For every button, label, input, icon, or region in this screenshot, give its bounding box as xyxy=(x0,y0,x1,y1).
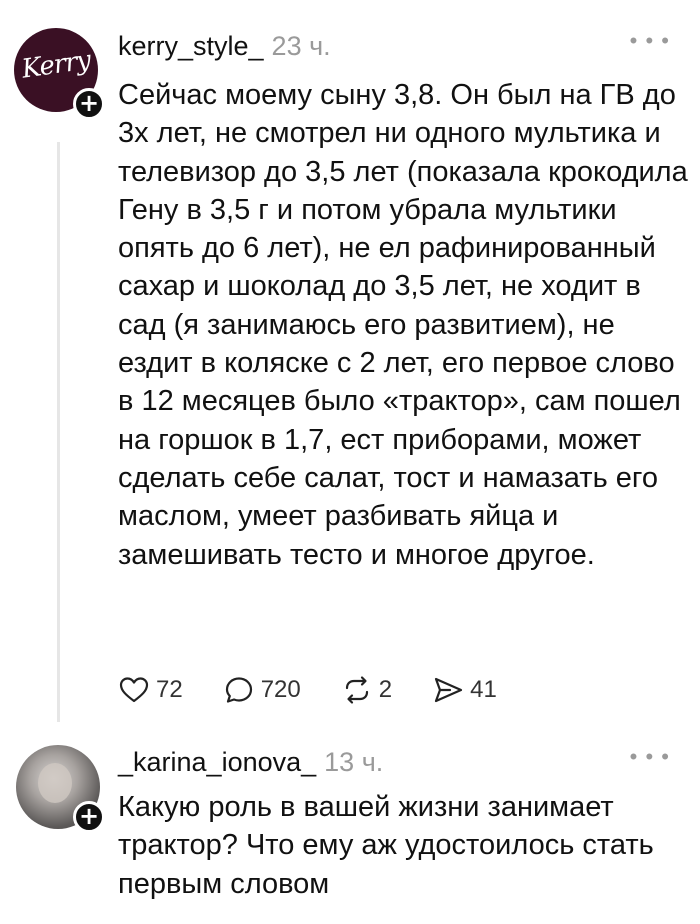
timestamp: 23 ч. xyxy=(271,31,331,61)
avatar-logo: Kerry xyxy=(19,45,93,85)
share-count: 41 xyxy=(470,676,497,703)
like-button[interactable]: 72 xyxy=(118,674,183,706)
post: Kerry + kerry_style_ 23 ч. • • • Сейчас м… xyxy=(0,0,700,730)
username[interactable]: kerry_style_ xyxy=(118,31,264,61)
follow-plus-icon[interactable]: + xyxy=(73,88,105,120)
repost-count: 2 xyxy=(378,676,393,703)
post-text: Какую роль в вашей жизни занимает тракто… xyxy=(118,791,654,900)
thread-line xyxy=(57,142,60,722)
avatar-photo xyxy=(38,763,72,803)
username[interactable]: _karina_ionova_ xyxy=(118,747,316,777)
share-button[interactable]: 41 xyxy=(432,674,497,706)
share-icon xyxy=(435,677,463,703)
repost-button[interactable]: 2 xyxy=(341,674,392,706)
comment-button[interactable]: 720 xyxy=(223,674,301,706)
like-count: 72 xyxy=(156,676,183,703)
more-icon[interactable]: • • • xyxy=(630,28,670,54)
post-header: kerry_style_ 23 ч. xyxy=(118,30,331,62)
more-icon[interactable]: • • • xyxy=(630,744,670,770)
follow-plus-icon[interactable]: + xyxy=(73,801,105,833)
comment-count: 720 xyxy=(260,676,301,703)
action-bar: 72 720 2 41 xyxy=(118,670,537,710)
repost-icon xyxy=(345,676,368,704)
post: + _karina_ionova_ 13 ч. • • • Какую роль … xyxy=(0,730,700,924)
post-header: _karina_ionova_ 13 ч. xyxy=(118,746,383,778)
comment-icon xyxy=(225,677,252,703)
heart-icon xyxy=(119,677,149,703)
timestamp: 13 ч. xyxy=(324,747,384,777)
post-text: Сейчас моему сыну 3,8. Он был на ГВ до 3… xyxy=(118,79,688,571)
